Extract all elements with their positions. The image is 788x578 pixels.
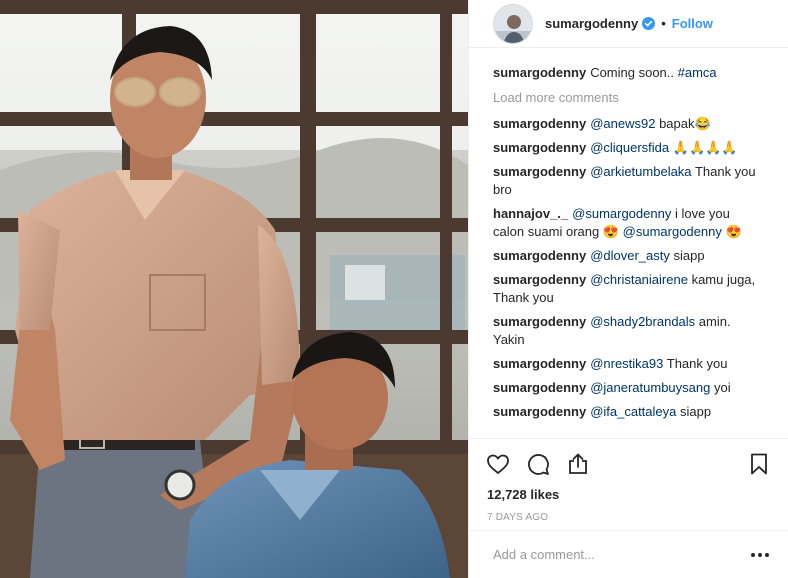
author-username[interactable]: sumargodenny xyxy=(545,16,638,31)
comment-username[interactable]: sumargodenny xyxy=(493,380,586,395)
add-comment-input[interactable] xyxy=(493,547,748,562)
comment-username[interactable]: sumargodenny xyxy=(493,404,586,419)
follow-button[interactable]: Follow xyxy=(672,16,713,31)
comment-mention[interactable]: @cliquersfida xyxy=(590,140,669,155)
comment-username[interactable]: sumargodenny xyxy=(493,116,586,131)
post-actions: 12,728 likes 7 DAYS AGO xyxy=(469,438,788,530)
comment-username[interactable]: sumargodenny xyxy=(493,356,586,371)
comment-mention[interactable]: @christaniairene xyxy=(590,272,688,287)
comment-item: sumargodenny @nrestika93 Thank you xyxy=(493,355,764,373)
post-timestamp[interactable]: 7 DAYS AGO xyxy=(487,512,772,523)
comment-mention[interactable]: @anews92 xyxy=(590,116,655,131)
comment-mention[interactable]: @arkietumbelaka xyxy=(590,164,691,179)
comment-text: yoi xyxy=(713,380,731,395)
action-icons xyxy=(485,449,772,479)
comment-item: sumargodenny @anews92 bapak😂 xyxy=(493,115,764,133)
add-comment-bar xyxy=(469,530,788,578)
comment-item: sumargodenny @cliquersfida 🙏🙏🙏🙏 xyxy=(493,139,764,157)
caption-text: Coming soon.. xyxy=(590,65,675,80)
comment-text: Thank you xyxy=(666,356,728,371)
comment-text: siapp xyxy=(673,248,705,263)
share-icon[interactable] xyxy=(565,451,591,477)
bookmark-icon[interactable] xyxy=(746,451,772,477)
comment-item: sumargodenny @christaniairene kamu juga, … xyxy=(493,271,764,307)
likes-count[interactable]: 12,728 likes xyxy=(487,487,772,502)
comment-text: siapp xyxy=(680,404,712,419)
author-avatar[interactable] xyxy=(493,3,533,44)
post-caption: sumargodenny Coming soon.. #amca xyxy=(493,64,764,82)
post-side-panel: sumargodenny • Follow sumargodenny Coming… xyxy=(468,0,788,578)
comment-mention[interactable]: @nrestika93 xyxy=(590,356,663,371)
comment-item: sumargodenny @dlover_asty siapp xyxy=(493,247,764,265)
comment-mention[interactable]: @shady2brandals xyxy=(590,314,695,329)
avatar-image xyxy=(494,4,532,43)
comment-mention[interactable]: @sumargodenny xyxy=(572,206,671,221)
post-photo[interactable] xyxy=(0,0,468,578)
post-header: sumargodenny • Follow xyxy=(469,0,788,48)
comment-item: sumargodenny @ifa_cattaleya siapp xyxy=(493,403,764,421)
comment-username[interactable]: sumargodenny xyxy=(493,248,586,263)
caption-username[interactable]: sumargodenny xyxy=(493,65,586,80)
comment-username[interactable]: sumargodenny xyxy=(493,140,586,155)
heart-icon[interactable] xyxy=(485,451,511,477)
comment-mention[interactable]: @dlover_asty xyxy=(590,248,670,263)
comment-item: sumargodenny @shady2brandals amin. Yakin xyxy=(493,313,764,349)
comment-username[interactable]: sumargodenny xyxy=(493,164,586,179)
verified-badge-icon xyxy=(642,17,656,30)
comment-item: hannajov_._ @sumargodenny i love you calo… xyxy=(493,205,764,241)
comment-username[interactable]: hannajov_._ xyxy=(493,206,568,221)
comment-icon[interactable] xyxy=(525,451,551,477)
comment-text-secondary: 😍 xyxy=(725,224,742,239)
comment-text: 🙏🙏🙏🙏 xyxy=(672,140,738,155)
header-separator: • xyxy=(661,16,666,31)
comment-text: bapak😂 xyxy=(659,116,711,131)
load-more-comments-button[interactable]: Load more comments xyxy=(493,90,764,105)
comment-item: sumargodenny @arkietumbelaka Thank you br… xyxy=(493,163,764,199)
comment-mention[interactable]: @ifa_cattaleya xyxy=(590,404,676,419)
caption-hashtag[interactable]: #amca xyxy=(678,65,717,80)
comment-username[interactable]: sumargodenny xyxy=(493,314,586,329)
more-options-icon[interactable] xyxy=(748,543,772,567)
comment-mention-secondary[interactable]: @sumargodenny xyxy=(623,224,722,239)
comment-username[interactable]: sumargodenny xyxy=(493,272,586,287)
comment-item: sumargodenny @janeratumbuysang yoi xyxy=(493,379,764,397)
instagram-post: sumargodenny • Follow sumargodenny Coming… xyxy=(0,0,788,578)
photo-illustration xyxy=(0,0,468,578)
comment-mention[interactable]: @janeratumbuysang xyxy=(590,380,710,395)
comments-list: sumargodenny Coming soon.. #amca Load mor… xyxy=(469,48,788,438)
